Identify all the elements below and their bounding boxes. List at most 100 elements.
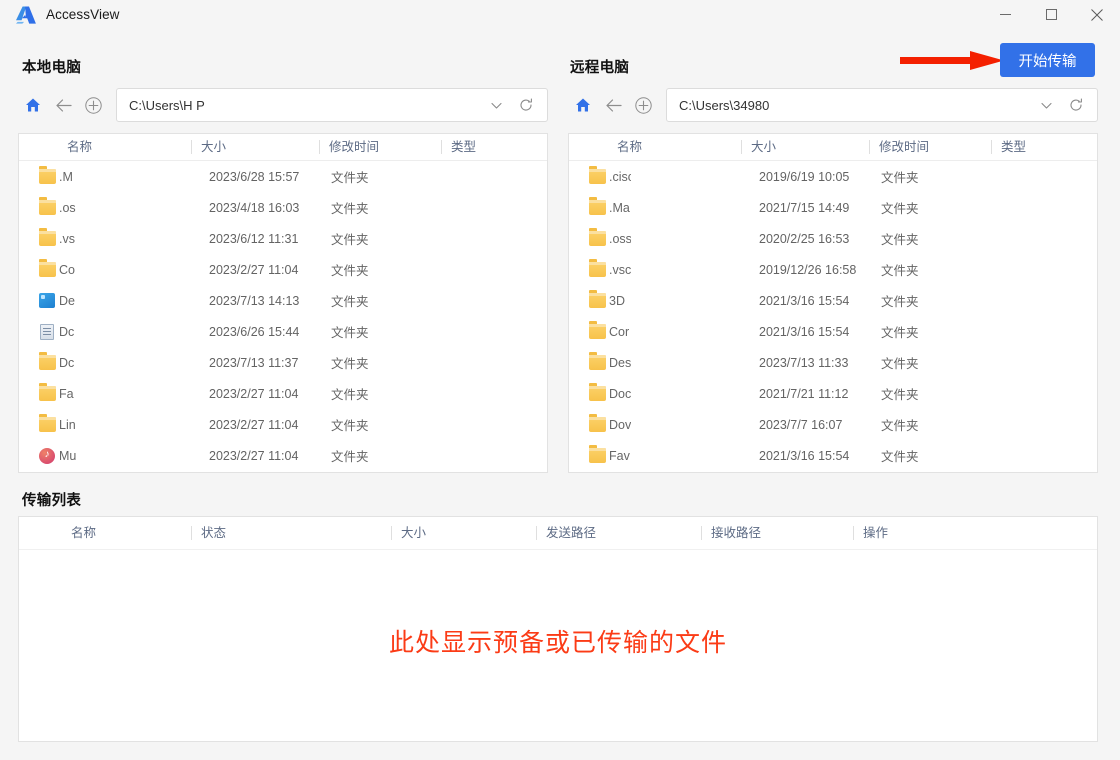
file-row[interactable]: Mu 2023/2/27 11:04 文件夹	[19, 440, 547, 471]
file-type: 文件夹	[331, 388, 369, 402]
column-header-type[interactable]: 类型	[991, 139, 1071, 155]
column-header-modified[interactable]: 修改时间	[869, 139, 991, 155]
file-name: Dc	[59, 355, 75, 370]
column-header-send-path[interactable]: 发送路径	[536, 525, 701, 541]
file-type: 文件夹	[881, 357, 919, 371]
start-transfer-button[interactable]: 开始传输	[1000, 43, 1095, 77]
home-icon[interactable]	[568, 90, 598, 120]
file-modified: 2019/12/26 16:58	[759, 262, 857, 277]
file-row[interactable]: Dc 2023/6/26 15:44 文件夹	[19, 316, 547, 347]
file-type: 文件夹	[331, 326, 369, 340]
column-header-size[interactable]: 大小	[191, 139, 319, 155]
file-type: 文件夹	[881, 326, 919, 340]
file-type: 文件夹	[881, 233, 919, 247]
refresh-icon[interactable]	[1061, 90, 1091, 120]
local-nav-row: C:\Users\H P	[18, 88, 548, 122]
file-name: .M	[59, 169, 73, 184]
file-modified: 2023/4/18 16:03	[209, 200, 300, 215]
remote-file-list[interactable]: .cisc 2019/6/19 10:05 文件夹 .Ma 2021/7/15 14:4…	[569, 161, 1097, 472]
transfer-list-panel: 名称 状态 大小 发送路径 接收路径 操作 此处显示预备或已传输的文件	[18, 516, 1098, 742]
file-row[interactable]: .cisc 2019/6/19 10:05 文件夹	[569, 161, 1097, 192]
file-row[interactable]: .oss 2020/2/25 16:53 文件夹	[569, 223, 1097, 254]
file-name: Lin	[59, 417, 76, 432]
column-header-name[interactable]: 名称	[19, 139, 191, 155]
column-header-size[interactable]: 大小	[741, 139, 869, 155]
file-row[interactable]: Fav 2021/3/16 15:54 文件夹	[569, 440, 1097, 471]
column-header-modified[interactable]: 修改时间	[319, 139, 441, 155]
file-row[interactable]: 3D 2021/3/16 15:54 文件夹	[569, 285, 1097, 316]
file-row[interactable]: .vsc 2019/12/26 16:58 文件夹	[569, 254, 1097, 285]
file-name: .vsc	[609, 262, 631, 277]
back-arrow-icon[interactable]	[48, 90, 78, 120]
file-row[interactable]: Lin 2023/2/27 11:04 文件夹	[19, 409, 547, 440]
file-modified: 2023/7/13 11:37	[209, 355, 299, 370]
column-header-action[interactable]: 操作	[853, 525, 973, 541]
column-header-name[interactable]: 名称	[19, 525, 191, 541]
chevron-down-icon[interactable]	[1031, 90, 1061, 120]
home-icon[interactable]	[18, 90, 48, 120]
file-modified: 2021/3/16 15:54	[759, 293, 850, 308]
local-file-columns: 名称 大小 修改时间 类型	[19, 134, 547, 161]
file-modified: 2023/6/12 11:31	[209, 231, 299, 246]
file-modified: 2023/2/27 11:04	[209, 386, 299, 401]
column-header-status[interactable]: 状态	[191, 525, 391, 541]
file-row[interactable]: Dov 2023/7/7 16:07 文件夹	[569, 409, 1097, 440]
file-type: 文件夹	[331, 264, 369, 278]
file-name: Dov	[609, 417, 631, 432]
local-file-panel: 名称 大小 修改时间 类型 .M 2023/6/28 15:57 文件夹 .os 202…	[18, 133, 548, 473]
maximize-button[interactable]	[1028, 0, 1074, 29]
file-modified: 2021/3/16 15:54	[759, 324, 850, 339]
back-arrow-icon[interactable]	[598, 90, 628, 120]
file-name: Mu	[59, 448, 77, 463]
close-button[interactable]	[1074, 0, 1120, 29]
file-row[interactable]: Dc 2023/7/13 11:37 文件夹	[19, 347, 547, 378]
window-controls	[982, 0, 1120, 29]
file-type: 文件夹	[331, 202, 369, 216]
minimize-button[interactable]	[982, 0, 1028, 29]
file-name: Fa	[59, 386, 74, 401]
plus-circle-icon[interactable]	[628, 90, 658, 120]
red-arrow-icon	[900, 50, 1005, 71]
refresh-icon[interactable]	[511, 90, 541, 120]
file-row[interactable]: .os 2023/4/18 16:03 文件夹	[19, 192, 547, 223]
file-modified: 2019/6/19 10:05	[759, 169, 850, 184]
file-modified: 2023/7/13 11:33	[759, 355, 849, 370]
file-row[interactable]: .vs 2023/6/12 11:31 文件夹	[19, 223, 547, 254]
local-address-bar[interactable]: C:\Users\H P	[116, 88, 548, 122]
plus-circle-icon[interactable]	[78, 90, 108, 120]
column-header-receive-path[interactable]: 接收路径	[701, 525, 853, 541]
file-name: Fav	[609, 448, 630, 463]
chevron-down-icon[interactable]	[481, 90, 511, 120]
remote-address-bar[interactable]: C:\Users\34980	[666, 88, 1098, 122]
file-type: 文件夹	[881, 419, 919, 433]
column-header-name[interactable]: 名称	[569, 139, 741, 155]
file-name: Cor	[609, 324, 630, 339]
column-header-type[interactable]: 类型	[441, 139, 521, 155]
file-row[interactable]: Doc 2021/7/21 11:12 文件夹	[569, 378, 1097, 409]
file-modified: 2021/7/21 11:12	[759, 386, 849, 401]
local-computer-label: 本地电脑	[22, 60, 82, 76]
local-file-list[interactable]: .M 2023/6/28 15:57 文件夹 .os 2023/4/18 16:03 文件…	[19, 161, 547, 472]
file-row[interactable]: Des 2023/7/13 11:33 文件夹	[569, 347, 1097, 378]
file-type: 文件夹	[331, 233, 369, 247]
file-modified: 2023/7/7 16:07	[759, 417, 843, 432]
file-name: Co	[59, 262, 75, 277]
file-name: .Ma	[609, 200, 630, 215]
file-type: 文件夹	[331, 357, 369, 371]
column-header-size[interactable]: 大小	[391, 525, 536, 541]
file-modified: 2023/2/27 11:04	[209, 448, 299, 463]
file-row[interactable]: Co 2023/2/27 11:04 文件夹	[19, 254, 547, 285]
remote-computer-label: 远程电脑	[570, 60, 630, 76]
local-path-input[interactable]: C:\Users\H P	[129, 98, 481, 113]
file-row[interactable]: De 2023/7/13 14:13 文件夹	[19, 285, 547, 316]
file-row[interactable]: .Ma 2021/7/15 14:49 文件夹	[569, 192, 1097, 223]
remote-path-input[interactable]: C:\Users\34980	[679, 98, 1031, 113]
file-modified: 2021/3/16 15:54	[759, 448, 850, 463]
file-name: .os	[59, 200, 76, 215]
file-modified: 2023/2/27 11:04	[209, 262, 299, 277]
file-row[interactable]: Fa 2023/2/27 11:04 文件夹	[19, 378, 547, 409]
file-name: Des	[609, 355, 631, 370]
file-row[interactable]: .M 2023/6/28 15:57 文件夹	[19, 161, 547, 192]
file-modified: 2021/7/15 14:49	[759, 200, 850, 215]
file-row[interactable]: Cor 2021/3/16 15:54 文件夹	[569, 316, 1097, 347]
